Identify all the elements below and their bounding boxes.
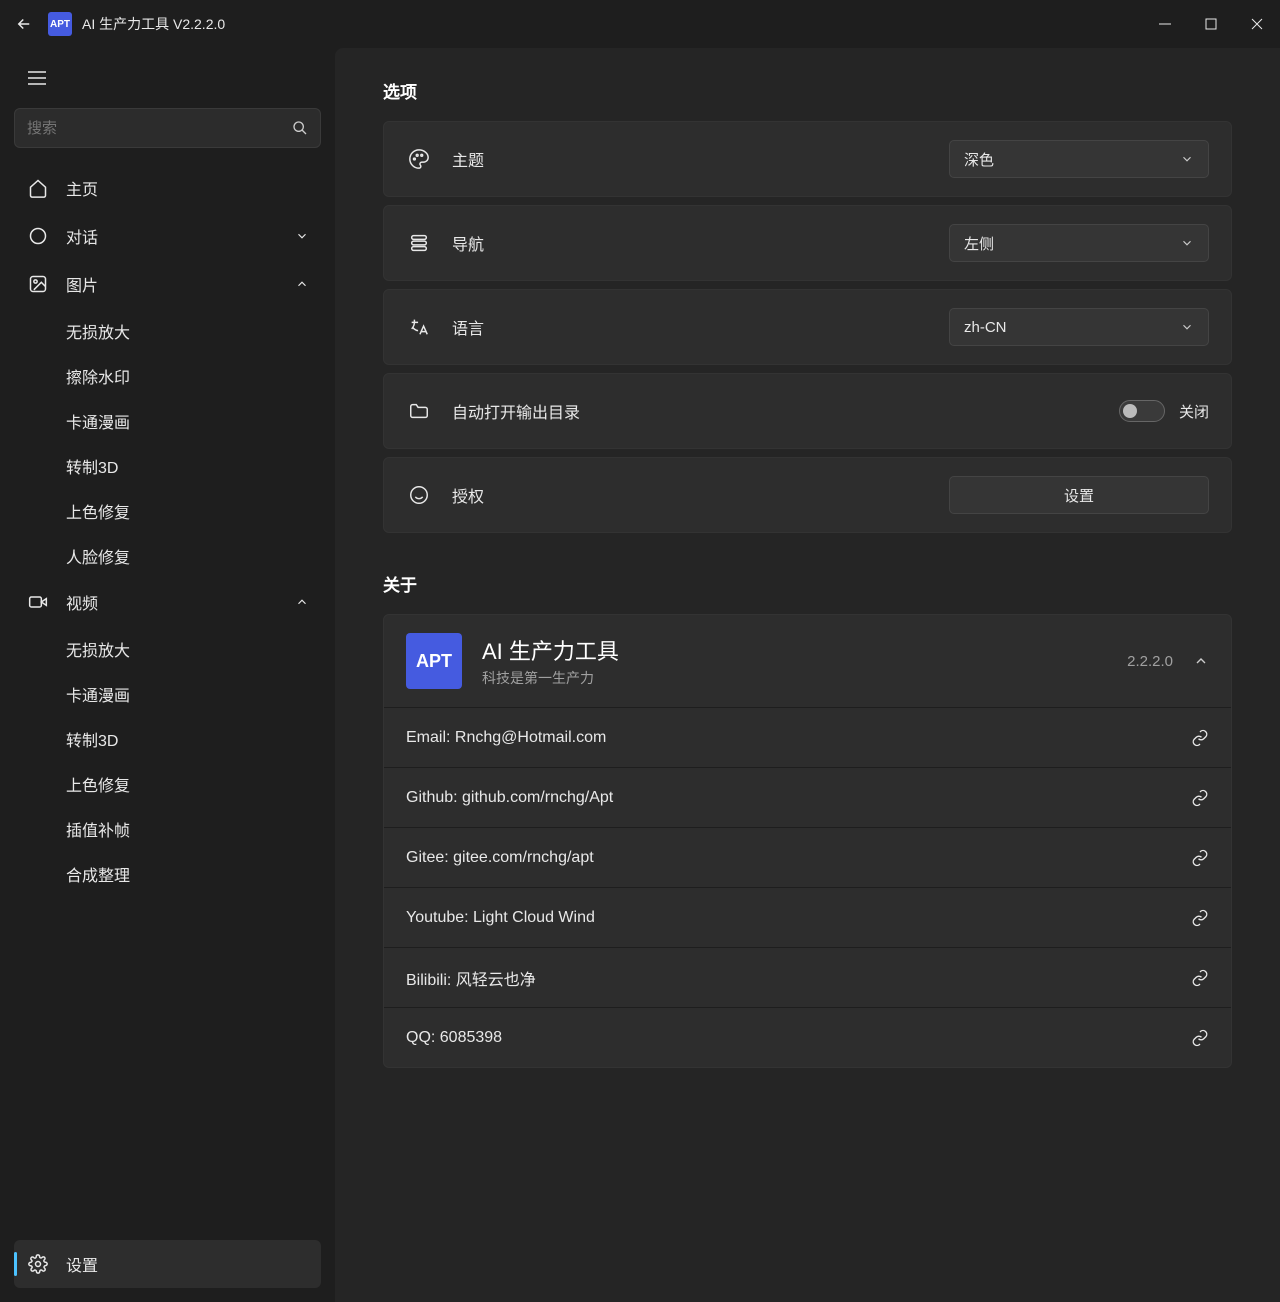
option-auth: 授权 设置 (383, 457, 1232, 533)
folder-icon (406, 400, 432, 422)
link-icon (1191, 729, 1209, 747)
image-icon (26, 274, 50, 294)
chevron-up-icon (295, 277, 309, 291)
palette-icon (406, 148, 432, 170)
about-name: AI 生产力工具 (482, 634, 619, 666)
minimize-button[interactable] (1142, 0, 1188, 48)
about-header[interactable]: APT AI 生产力工具 科技是第一生产力 2.2.2.0 (384, 615, 1231, 707)
sidebar-sub-video-0[interactable]: 无损放大 (14, 626, 321, 671)
close-icon (1251, 18, 1263, 30)
about-link-youtube[interactable]: Youtube: Light Cloud Wind (384, 887, 1231, 947)
section-title-about: 关于 (383, 571, 1232, 596)
option-label: 自动打开输出目录 (452, 399, 580, 423)
sidebar-sub-image-2[interactable]: 卡通漫画 (14, 398, 321, 443)
select-value: zh-CN (964, 319, 1007, 336)
video-icon (26, 592, 50, 612)
chat-icon (26, 226, 50, 246)
autoopen-toggle[interactable] (1119, 400, 1165, 422)
about-slogan: 科技是第一生产力 (482, 668, 619, 688)
chevron-down-icon (1180, 236, 1194, 250)
select-value: 左侧 (964, 233, 994, 254)
sidebar-item-label: 对话 (66, 224, 98, 248)
sidebar-sub-image-0[interactable]: 无损放大 (14, 308, 321, 353)
smile-icon (406, 484, 432, 506)
link-icon (1191, 909, 1209, 927)
sidebar-item-label: 主页 (66, 176, 98, 200)
about-version: 2.2.2.0 (1127, 653, 1173, 670)
sidebar-sub-image-4[interactable]: 上色修复 (14, 488, 321, 533)
sidebar-sub-video-3[interactable]: 上色修复 (14, 761, 321, 806)
option-autoopen: 自动打开输出目录 关闭 (383, 373, 1232, 449)
gear-icon (26, 1254, 50, 1274)
toggle-state: 关闭 (1179, 401, 1209, 422)
about-card: APT AI 生产力工具 科技是第一生产力 2.2.2.0 Email: Rnc… (383, 614, 1232, 1068)
theme-select[interactable]: 深色 (949, 140, 1209, 178)
sidebar-sub-video-2[interactable]: 转制3D (14, 716, 321, 761)
sidebar: 主页 对话 图片 无损放大 擦除水印 卡通漫画 转制3D 上色修复 人脸修复 视… (0, 48, 335, 1302)
main-panel: 选项 主题 深色 导航 左侧 语言 zh-CN (335, 48, 1280, 1302)
link-icon (1191, 849, 1209, 867)
titlebar: APT AI 生产力工具 V2.2.2.0 (0, 0, 1280, 48)
minimize-icon (1159, 18, 1171, 30)
sidebar-item-chat[interactable]: 对话 (14, 212, 321, 260)
about-link-email[interactable]: Email: Rnchg@Hotmail.com (384, 707, 1231, 767)
hamburger-button[interactable] (17, 58, 57, 98)
maximize-icon (1205, 18, 1217, 30)
menu-icon (28, 71, 46, 85)
sidebar-sub-video-5[interactable]: 合成整理 (14, 851, 321, 896)
link-icon (1191, 1029, 1209, 1047)
sidebar-item-video[interactable]: 视频 (14, 578, 321, 626)
auth-settings-button[interactable]: 设置 (949, 476, 1209, 514)
option-nav: 导航 左侧 (383, 205, 1232, 281)
sidebar-sub-video-1[interactable]: 卡通漫画 (14, 671, 321, 716)
app-logo: APT (48, 12, 72, 36)
close-button[interactable] (1234, 0, 1280, 48)
sidebar-sub-video-4[interactable]: 插值补帧 (14, 806, 321, 851)
sidebar-item-settings[interactable]: 设置 (14, 1240, 321, 1288)
layout-icon (406, 232, 432, 254)
search-icon (292, 120, 308, 136)
chevron-up-icon (295, 595, 309, 609)
chevron-down-icon (1180, 152, 1194, 166)
about-logo: APT (406, 633, 462, 689)
language-icon (406, 316, 432, 338)
about-link-qq[interactable]: QQ: 6085398 (384, 1007, 1231, 1067)
sidebar-sub-image-5[interactable]: 人脸修复 (14, 533, 321, 578)
arrow-left-icon (15, 15, 33, 33)
language-select[interactable]: zh-CN (949, 308, 1209, 346)
option-label: 导航 (452, 231, 484, 255)
search-input[interactable] (27, 120, 292, 137)
about-link-gitee[interactable]: Gitee: gitee.com/rnchg/apt (384, 827, 1231, 887)
option-label: 语言 (452, 315, 484, 339)
section-title-options: 选项 (383, 78, 1232, 103)
nav-select[interactable]: 左侧 (949, 224, 1209, 262)
back-button[interactable] (0, 15, 48, 33)
sidebar-item-label: 设置 (66, 1252, 98, 1276)
link-icon (1191, 789, 1209, 807)
option-label: 主题 (452, 147, 484, 171)
window-title: AI 生产力工具 V2.2.2.0 (82, 14, 225, 34)
maximize-button[interactable] (1188, 0, 1234, 48)
sidebar-item-label: 视频 (66, 590, 98, 614)
option-theme: 主题 深色 (383, 121, 1232, 197)
about-link-bilibili[interactable]: Bilibili: 风轻云也净 (384, 947, 1231, 1007)
option-language: 语言 zh-CN (383, 289, 1232, 365)
sidebar-sub-image-3[interactable]: 转制3D (14, 443, 321, 488)
option-label: 授权 (452, 483, 484, 507)
link-icon (1191, 969, 1209, 987)
search-box[interactable] (14, 108, 321, 148)
sidebar-item-label: 图片 (66, 272, 98, 296)
sidebar-item-home[interactable]: 主页 (14, 164, 321, 212)
home-icon (26, 178, 50, 198)
chevron-down-icon (295, 229, 309, 243)
about-link-github[interactable]: Github: github.com/rnchg/Apt (384, 767, 1231, 827)
sidebar-item-image[interactable]: 图片 (14, 260, 321, 308)
chevron-up-icon (1193, 653, 1209, 669)
sidebar-sub-image-1[interactable]: 擦除水印 (14, 353, 321, 398)
select-value: 深色 (964, 149, 994, 170)
chevron-down-icon (1180, 320, 1194, 334)
